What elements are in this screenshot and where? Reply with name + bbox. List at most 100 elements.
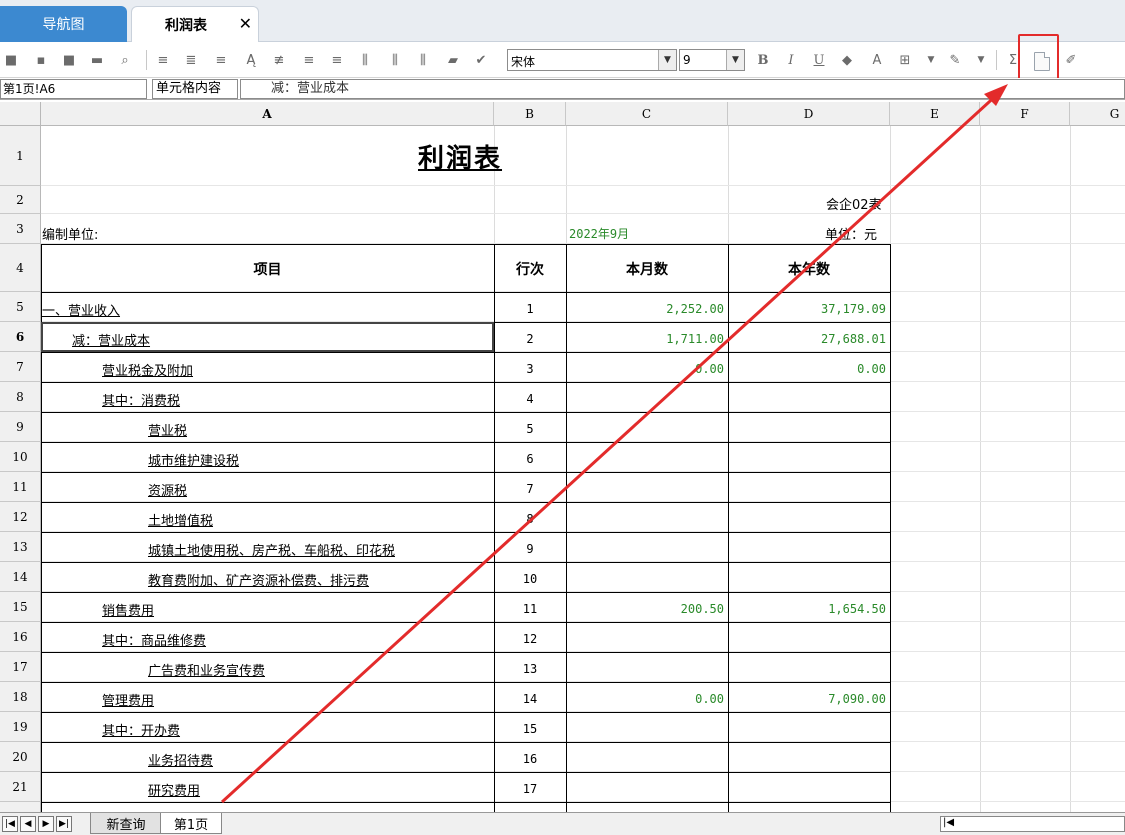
month-value: 200.50 xyxy=(680,602,724,616)
new-icon[interactable]: ■ xyxy=(2,51,20,69)
border-icon[interactable]: ⊞ xyxy=(896,51,914,69)
row-header-6[interactable]: 6 xyxy=(0,322,41,352)
first-sheet-icon[interactable]: |◀ xyxy=(2,816,18,832)
insert-column-icon[interactable]: ⫼ xyxy=(356,51,374,69)
print-icon[interactable]: ▬ xyxy=(88,51,106,69)
sheet-tab-new-query[interactable]: 新查询 xyxy=(90,813,162,834)
row-header-4[interactable]: 4 xyxy=(0,244,41,292)
row-header-12[interactable]: 12 xyxy=(0,502,41,532)
row-header-5[interactable]: 5 xyxy=(0,292,41,322)
pen-icon[interactable]: ✎ xyxy=(946,51,964,69)
search-icon[interactable]: ⌕ xyxy=(116,51,134,69)
row-header-14[interactable]: 14 xyxy=(0,562,41,592)
chevron-down-icon[interactable]: ▼ xyxy=(726,50,744,70)
strikethrough-icon[interactable]: ≢ xyxy=(270,51,288,69)
select-all-corner[interactable] xyxy=(0,102,41,126)
highlight-box xyxy=(1018,34,1059,84)
table-border xyxy=(41,244,890,245)
chevron-down-icon[interactable]: ▼ xyxy=(922,51,940,69)
row-header-16[interactable]: 16 xyxy=(0,622,41,652)
prev-sheet-icon[interactable]: ◀ xyxy=(20,816,36,832)
table-border xyxy=(41,412,890,413)
delete-column-icon[interactable]: ⫼ xyxy=(386,51,404,69)
sheet-grid[interactable]: A B C D E F G 1 2 3 4 5 6 7 8 9 10 11 12 13 14 15 16 17 18 19 20 21… xyxy=(0,102,1125,812)
year-value: 37,179.09 xyxy=(820,302,886,316)
column-header-C[interactable]: C xyxy=(566,102,728,126)
bold-button[interactable]: B xyxy=(754,51,772,69)
row-header-22[interactable]: 22 xyxy=(0,802,41,812)
align-top-icon[interactable]: ≣ xyxy=(182,51,200,69)
line-number: 8 xyxy=(526,512,534,526)
save-as-icon[interactable]: ■ xyxy=(60,51,78,69)
last-sheet-icon[interactable]: ▶| xyxy=(56,816,72,832)
edit-icon[interactable]: ✐ xyxy=(1062,51,1080,69)
column-header-B[interactable]: B xyxy=(494,102,566,126)
sheet-tab-new-query-label: 新查询 xyxy=(106,817,146,833)
close-icon[interactable]: ✕ xyxy=(239,14,252,33)
scroll-left-icon[interactable]: |◀ xyxy=(943,817,954,828)
align-left-icon[interactable]: ≡ xyxy=(154,51,172,69)
row-header-13[interactable]: 13 xyxy=(0,532,41,562)
line-item-label: 业务招待费 xyxy=(148,754,214,769)
row-header-17[interactable]: 17 xyxy=(0,652,41,682)
sheet-tab-bar: |◀ ◀ ▶ ▶| 新查询 第1页 |◀ xyxy=(0,812,1125,835)
table-border xyxy=(41,472,890,473)
column-header-F[interactable]: F xyxy=(980,102,1070,126)
font-color-icon[interactable]: A xyxy=(868,51,886,69)
line-number: 3 xyxy=(526,362,534,376)
row-header-10[interactable]: 10 xyxy=(0,442,41,472)
row-header-21[interactable]: 21 xyxy=(0,772,41,802)
year-value: 1,654.50 xyxy=(828,602,886,616)
line-number: 11 xyxy=(522,602,538,616)
column-header-A[interactable]: A xyxy=(41,102,494,126)
chevron-down-icon[interactable]: ▼ xyxy=(972,51,990,69)
row-header-11[interactable]: 11 xyxy=(0,472,41,502)
italic-button[interactable]: I xyxy=(782,51,800,69)
next-sheet-icon[interactable]: ▶ xyxy=(38,816,54,832)
column-header-E[interactable]: E xyxy=(890,102,980,126)
toolbar-divider xyxy=(996,50,997,70)
font-name-select[interactable]: 宋体 ▼ xyxy=(507,49,677,71)
line-number: 16 xyxy=(522,752,538,766)
line-number: 15 xyxy=(522,722,538,736)
row-header-8[interactable]: 8 xyxy=(0,382,41,412)
fill-color-icon[interactable]: ◆ xyxy=(838,51,856,69)
horizontal-scrollbar[interactable]: |◀ xyxy=(940,816,1125,832)
row-header-1[interactable]: 1 xyxy=(0,126,41,186)
line-item-label: 其中：开办费 xyxy=(102,724,181,739)
selected-cell-outline xyxy=(41,322,494,352)
line-item-label: 城市维护建设税 xyxy=(148,454,240,469)
line-number: 10 xyxy=(522,572,538,586)
chevron-down-icon[interactable]: ▼ xyxy=(658,50,676,70)
save-icon[interactable]: ▪ xyxy=(32,51,50,69)
row-header-7[interactable]: 7 xyxy=(0,352,41,382)
column-header-G[interactable]: G xyxy=(1070,102,1125,126)
align-middle-icon[interactable]: ≡ xyxy=(212,51,230,69)
sheet-tab-page1[interactable]: 第1页 xyxy=(160,813,222,834)
table-border xyxy=(728,244,729,812)
underline-button[interactable]: U xyxy=(810,51,828,69)
font-size-select[interactable]: 9 ▼ xyxy=(679,49,745,71)
clear-format-icon[interactable]: ≡ xyxy=(328,51,346,69)
row-header-9[interactable]: 9 xyxy=(0,412,41,442)
tab-navigation[interactable]: 导航图 xyxy=(0,6,127,42)
cell-content-input[interactable]: 减：营业成本 xyxy=(240,79,1125,99)
text-spacing-icon[interactable]: Ą xyxy=(242,51,260,69)
fill-icon[interactable]: ▰ xyxy=(444,51,462,69)
row-header-19[interactable]: 19 xyxy=(0,712,41,742)
cell-reference-field[interactable]: 第1页!A6 xyxy=(0,79,147,99)
row-header-18[interactable]: 18 xyxy=(0,682,41,712)
toolbar: ■ ▪ ■ ▬ ⌕ ≡ ≣ ≡ Ą ≢ ≡ ≡ ⫼ ⫼ ⫼ ▰ ✔ 宋体 ▼ 9… xyxy=(0,42,1125,78)
column-header-D[interactable]: D xyxy=(728,102,890,126)
brush-icon[interactable]: ✔ xyxy=(472,51,490,69)
row-header-2[interactable]: 2 xyxy=(0,186,41,214)
year-value: 27,688.01 xyxy=(820,332,886,346)
tab-profit-statement[interactable]: 利润表 ✕ xyxy=(131,6,259,43)
row-header-15[interactable]: 15 xyxy=(0,592,41,622)
align-bottom-icon[interactable]: ≡ xyxy=(300,51,318,69)
merge-icon[interactable]: ⫼ xyxy=(414,51,432,69)
line-item-label: 销售费用 xyxy=(102,604,155,619)
row-header-3[interactable]: 3 xyxy=(0,214,41,244)
row-header-20[interactable]: 20 xyxy=(0,742,41,772)
line-item-label: 其中：消费税 xyxy=(102,394,181,409)
